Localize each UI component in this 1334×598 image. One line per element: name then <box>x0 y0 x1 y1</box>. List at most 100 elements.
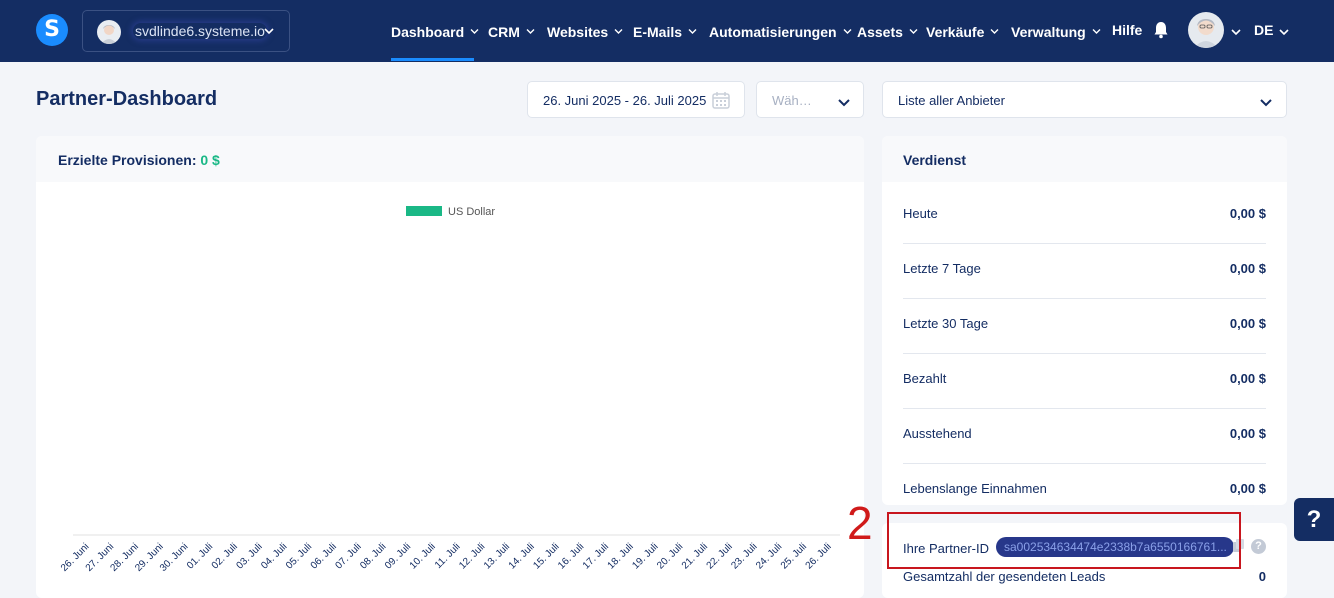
account-avatar <box>97 20 121 44</box>
x-tick-label: 03. Juli <box>235 541 265 571</box>
date-range-text: 26. Juni 2025 - 26. Juli 2025 <box>543 93 707 108</box>
account-switcher[interactable]: svdlinde6.systeme.io <box>82 10 290 52</box>
earnings-card: Verdienst Heute 0,00 $ Letzte 7 Tage 0,00 $… <box>882 136 1287 505</box>
chevron-down-icon <box>470 22 479 38</box>
x-tick-label: 07. Juli <box>333 541 363 571</box>
x-tick-label: 21. Juli <box>680 541 710 571</box>
x-tick-label: 08. Juli <box>358 541 388 571</box>
earnings-row-label: Ausstehend <box>903 426 972 441</box>
legend-label[interactable]: US Dollar <box>448 206 495 218</box>
x-tick-label: 20. Juli <box>655 541 685 571</box>
x-tick-label: 17. Juli <box>581 541 611 571</box>
filter-select[interactable]: Wäh… <box>756 81 864 118</box>
annotation-highlight-box <box>887 512 1241 569</box>
leads-value: 0 <box>1258 569 1266 584</box>
nav-item-e-mails[interactable]: E-Mails <box>633 22 697 40</box>
chevron-down-icon <box>1092 22 1101 38</box>
chart-card-header: Erzielte Provisionen: 0 $ <box>36 136 864 182</box>
earnings-row-value: 0,00 $ <box>1229 206 1266 221</box>
chart-card-title: Erzielte Provisionen: 0 $ <box>58 152 220 168</box>
chevron-down-icon[interactable] <box>1230 25 1242 43</box>
nav-item-assets[interactable]: Assets <box>857 22 918 40</box>
x-tick-label: 14. Juli <box>507 541 537 571</box>
earnings-row-value: 0,00 $ <box>1229 481 1266 496</box>
help-floating-button[interactable]: ? <box>1294 498 1334 541</box>
chevron-down-icon <box>526 22 535 38</box>
language-selector[interactable]: DE <box>1254 22 1273 38</box>
nav-item-label: CRM <box>488 24 520 40</box>
question-icon[interactable]: ? <box>1251 539 1266 554</box>
legend-swatch[interactable] <box>406 206 442 216</box>
chevron-down-icon <box>837 95 851 113</box>
earnings-row: Bezahlt 0,00 $ <box>903 354 1266 409</box>
earnings-card-header: Verdienst <box>882 136 1287 182</box>
earnings-row-value: 0,00 $ <box>1229 261 1266 276</box>
x-tick-label: 09. Juli <box>383 541 413 571</box>
x-tick-label: 23. Juli <box>729 541 759 571</box>
top-navigation: S svdlinde6.systeme.io Dashboard CRM Websi… <box>0 0 1334 62</box>
x-tick-label: 05. Juli <box>284 541 314 571</box>
date-range-picker[interactable]: 26. Juni 2025 - 26. Juli 2025 <box>527 81 745 118</box>
x-tick-label: 04. Juli <box>259 541 289 571</box>
nav-item-label: Verwaltung <box>1011 24 1086 40</box>
leads-label: Gesamtzahl der gesendeten Leads <box>903 569 1106 584</box>
nav-item-label: Verkäufe <box>926 24 985 40</box>
x-tick-label: 22. Juli <box>705 541 735 571</box>
earnings-row: Letzte 7 Tage 0,00 $ <box>903 244 1266 299</box>
nav-item-websites[interactable]: Websites <box>547 22 623 40</box>
bell-icon[interactable] <box>1153 21 1169 44</box>
nav-item-dashboard[interactable]: Dashboard <box>391 22 479 40</box>
earnings-row-label: Lebenslange Einnahmen <box>903 481 1047 496</box>
x-tick-label: 02. Juli <box>210 541 240 571</box>
chevron-down-icon <box>263 24 275 42</box>
chevron-down-icon <box>688 22 697 38</box>
chevron-down-icon <box>990 22 999 38</box>
nav-item-label: Dashboard <box>391 24 465 40</box>
x-tick-label: 24. Juli <box>754 541 784 571</box>
earnings-row-label: Heute <box>903 206 938 221</box>
calendar-icon <box>712 91 730 114</box>
nav-item-verkäufe[interactable]: Verkäufe <box>926 22 999 40</box>
earnings-title: Verdienst <box>903 152 967 168</box>
x-tick-label: 13. Juli <box>482 541 512 571</box>
nav-item-hilfe[interactable]: Hilfe <box>1112 22 1142 38</box>
nav-item-automatisierungen[interactable]: Automatisierungen <box>709 22 852 40</box>
x-tick-label: 18. Juli <box>606 541 636 571</box>
x-tick-label: 16. Juli <box>556 541 586 571</box>
nav-active-indicator <box>391 58 474 61</box>
chevron-down-icon <box>614 22 623 38</box>
earnings-row-label: Letzte 7 Tage <box>903 261 981 276</box>
earnings-row-value: 0,00 $ <box>1229 426 1266 441</box>
earnings-row: Heute 0,00 $ <box>903 189 1266 244</box>
earnings-row-label: Bezahlt <box>903 371 947 386</box>
provider-select[interactable]: Liste aller Anbieter <box>882 81 1287 118</box>
nav-item-label: E-Mails <box>633 24 683 40</box>
earnings-row: Ausstehend 0,00 $ <box>903 409 1266 464</box>
chevron-down-icon[interactable] <box>1278 25 1290 43</box>
x-tick-label: 12. Juli <box>457 541 487 571</box>
earnings-row-label: Letzte 30 Tage <box>903 316 989 331</box>
commission-chart-card: Erzielte Provisionen: 0 $ US Dollar 26. J… <box>36 136 864 598</box>
x-tick-label: 06. Juli <box>309 541 339 571</box>
filter-select-placeholder: Wäh… <box>772 93 812 108</box>
x-tick-label: 15. Juli <box>531 541 561 571</box>
commission-chart: US Dollar26. Juni27. Juni28. Juni29. Jun… <box>59 206 840 574</box>
earnings-row: Lebenslange Einnahmen 0,00 $ <box>903 464 1266 505</box>
nav-item-crm[interactable]: CRM <box>488 22 535 40</box>
earnings-row-value: 0,00 $ <box>1229 371 1266 386</box>
x-tick-label: 19. Juli <box>630 541 660 571</box>
provider-select-value: Liste aller Anbieter <box>898 93 1005 108</box>
commission-value: 0 $ <box>200 152 220 168</box>
page-title: Partner-Dashboard <box>36 88 218 110</box>
systeme-logo[interactable]: S <box>36 14 68 46</box>
nav-item-label: Automatisierungen <box>709 24 837 40</box>
earnings-row-value: 0,00 $ <box>1229 316 1266 331</box>
earnings-row: Letzte 30 Tage 0,00 $ <box>903 299 1266 354</box>
chevron-down-icon <box>843 22 852 38</box>
nav-item-label: Websites <box>547 24 609 40</box>
x-tick-label: 25. Juli <box>779 541 809 571</box>
nav-item-verwaltung[interactable]: Verwaltung <box>1011 22 1101 40</box>
user-avatar[interactable] <box>1188 12 1224 48</box>
annotation-number: 2 <box>847 497 873 549</box>
x-tick-label: 11. Juli <box>433 541 463 571</box>
